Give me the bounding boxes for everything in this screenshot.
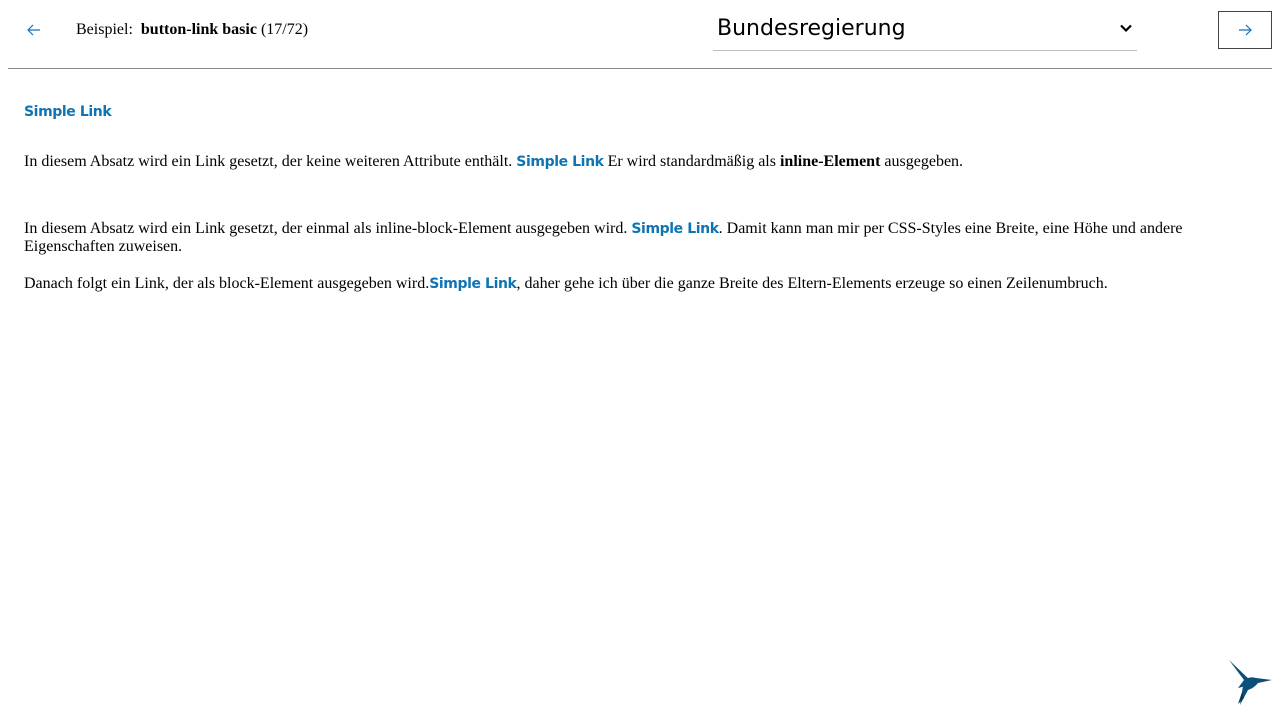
theme-select-value: Bundesregierung: [717, 16, 906, 41]
previous-example-button[interactable]: [18, 12, 50, 48]
arrow-right-icon: [1239, 24, 1252, 36]
paragraph-inline: In diesem Absatz wird ein Link gesetzt, …: [24, 153, 963, 171]
paragraph-block-text-after: , daher gehe ich über die ganze Breite d…: [516, 275, 1108, 292]
arrow-left-icon: [27, 24, 40, 36]
example-prefix: Beispiel:: [76, 21, 133, 38]
paragraph-inline-block-text-before: In diesem Absatz wird ein Link gesetzt, …: [24, 220, 628, 237]
paragraph-inline-text-after: ausgegeben.: [884, 153, 964, 170]
theme-select[interactable]: Bundesregierung: [713, 10, 1137, 51]
paragraph-inline-text-middle: Er wird standardmäßig als: [607, 153, 776, 170]
header-divider: [8, 68, 1272, 69]
hummingbird-logo-icon: [1229, 660, 1272, 705]
example-name: button-link basic: [140, 21, 257, 38]
paragraph-inline-text-before: In diesem Absatz wird ein Link gesetzt, …: [24, 153, 513, 170]
example-header: Beispiel: button-link basic (17/72) Bund…: [0, 0, 1280, 69]
example-count: (17/72): [260, 21, 309, 38]
paragraph-inline-block: In diesem Absatz wird ein Link gesetzt, …: [24, 220, 1204, 256]
paragraph-block-text-before: Danach folgt ein Link, der als block-Ele…: [24, 275, 430, 292]
simple-link-block[interactable]: Simple Link: [429, 276, 517, 292]
simple-link-inline-block[interactable]: Simple Link: [631, 220, 719, 238]
next-example-button[interactable]: [1218, 11, 1272, 49]
paragraph-block: Danach folgt ein Link, der als block-Ele…: [24, 275, 1108, 293]
simple-link-inline[interactable]: Simple Link: [516, 154, 604, 170]
simple-link-standalone[interactable]: Simple Link: [24, 103, 112, 121]
chevron-down-icon: [1120, 24, 1132, 33]
example-label: Beispiel: button-link basic (17/72): [76, 20, 308, 40]
paragraph-inline-bold: inline-Element: [779, 153, 881, 170]
